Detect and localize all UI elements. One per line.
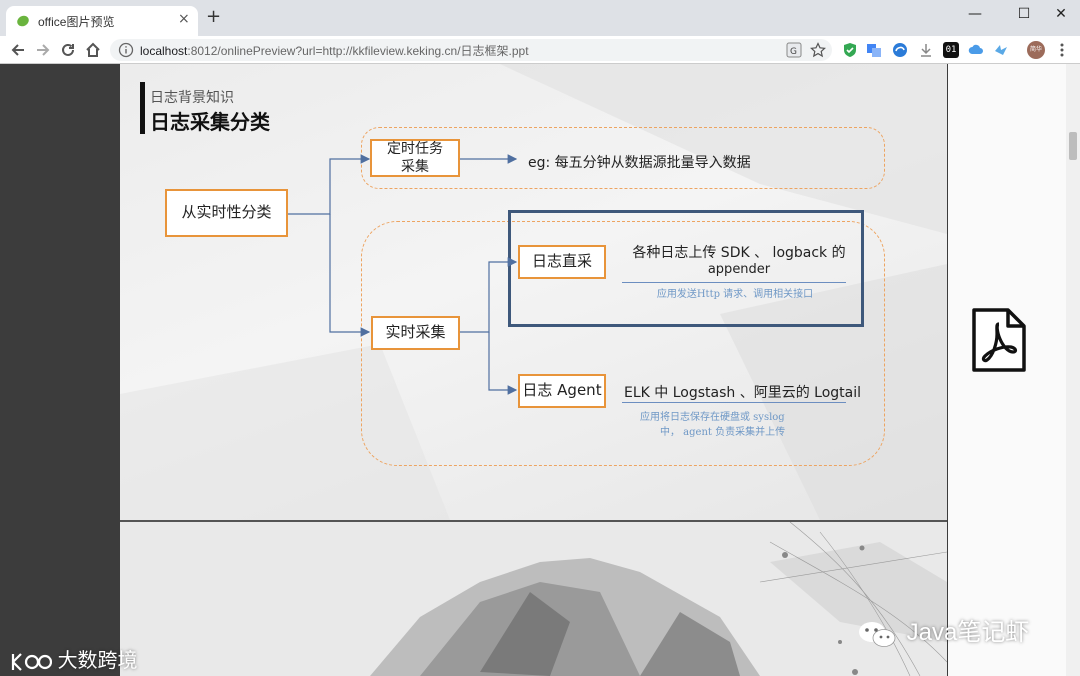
url-path: :8012/onlinePreview?url=http://kkfilevie…	[187, 44, 529, 58]
globe-graphic	[370, 522, 947, 676]
scrollbar-thumb[interactable]	[1069, 132, 1077, 160]
reload-icon[interactable]	[58, 40, 78, 60]
maximize-button[interactable]: ☐	[1009, 4, 1039, 24]
spring-leaf-icon	[17, 15, 29, 27]
agent-collect-subtext-1: 应用将日志保存在硬盘或 syslog	[640, 412, 785, 423]
right-watermark: Java笔记虾	[856, 612, 1029, 649]
direct-collect-label: 日志直采	[531, 252, 592, 271]
bird-icon[interactable]	[993, 42, 1009, 58]
shield-icon[interactable]	[842, 42, 858, 58]
wechat-icon	[859, 621, 896, 647]
scrollbar[interactable]	[1066, 64, 1080, 676]
tab-title: office图片预览	[38, 15, 115, 29]
home-icon[interactable]	[83, 40, 103, 60]
direct-desc-underline	[622, 282, 846, 283]
title-bar: office图片预览 × + — ☐ ✕	[0, 0, 1080, 36]
browser-toolbar: localhost:8012/onlinePreview?url=http://…	[0, 36, 1080, 64]
direct-collect-desc-2: appender	[707, 262, 771, 277]
direct-collect-desc-1: 各种日志上传 SDK 、 logback 的	[632, 245, 846, 261]
back-arrow-icon[interactable]	[8, 40, 28, 60]
right-watermark-text: Java笔记虾	[906, 619, 1030, 646]
left-watermark: 大数跨境	[10, 644, 138, 673]
direct-collect-box: 日志直采	[518, 245, 606, 279]
translate-ext-icon[interactable]	[866, 42, 882, 58]
info-icon[interactable]	[118, 42, 134, 58]
left-watermark-logo-icon	[11, 652, 53, 671]
agent-desc-underline	[622, 402, 846, 403]
timed-collect-label-1: 定时任务	[387, 140, 443, 157]
translate-icon[interactable]: G	[786, 42, 802, 58]
url-host: localhost	[140, 44, 188, 58]
browser-tab[interactable]: office图片预览 ×	[6, 6, 198, 36]
root-category-box: 从实时性分类	[165, 189, 288, 237]
new-tab-button[interactable]: +	[206, 8, 221, 26]
01-icon[interactable]: 01	[943, 42, 959, 58]
direct-collect-subtext: 应用发送Http 请求、调用相关接口	[656, 289, 814, 300]
realtime-collect-box: 实时采集	[371, 316, 460, 350]
close-window-button[interactable]: ✕	[1046, 4, 1076, 24]
agent-collect-desc: ELK 中 Logstash 、阿里云的 Logtail	[624, 385, 862, 401]
left-watermark-text: 大数跨境	[57, 650, 138, 672]
slide-2	[120, 522, 947, 676]
timed-collect-desc: eg: 每五分钟从数据源批量导入数据	[528, 155, 751, 171]
avatar[interactable]: 简华	[1027, 41, 1045, 59]
star-icon[interactable]	[810, 42, 826, 58]
url-text[interactable]: localhost:8012/onlinePreview?url=http://…	[140, 42, 529, 59]
forward-arrow-icon[interactable]	[33, 40, 53, 60]
agent-collect-subtext-2: 中， agent 负责采集并上传	[660, 427, 786, 438]
address-bar[interactable]: localhost:8012/onlinePreview?url=http://…	[110, 39, 832, 61]
timed-collect-box: 定时任务 采集	[370, 139, 460, 177]
svg-text:G: G	[790, 47, 797, 57]
menu-dots-icon[interactable]	[1054, 42, 1070, 58]
download-icon[interactable]	[918, 42, 934, 58]
document-viewer: 日志背景知识 日志采集分类 从实时性分类 定时任务 采集 eg: 每五分钟从数据…	[0, 64, 1080, 676]
agent-collect-label: 日志 Agent	[522, 381, 602, 400]
edge-icon[interactable]	[892, 42, 908, 58]
tab-close-icon[interactable]: ×	[178, 11, 190, 27]
realtime-collect-label: 实时采集	[385, 323, 446, 342]
root-category-label: 从实时性分类	[181, 203, 272, 222]
minimize-button[interactable]: —	[960, 4, 990, 24]
timed-collect-label-2: 采集	[401, 159, 429, 175]
pdf-download-icon[interactable]	[970, 307, 1028, 373]
slide-1: 日志背景知识 日志采集分类 从实时性分类 定时任务 采集 eg: 每五分钟从数据…	[120, 64, 947, 520]
agent-collect-box: 日志 Agent	[518, 374, 606, 408]
cloud-icon[interactable]	[968, 42, 984, 58]
